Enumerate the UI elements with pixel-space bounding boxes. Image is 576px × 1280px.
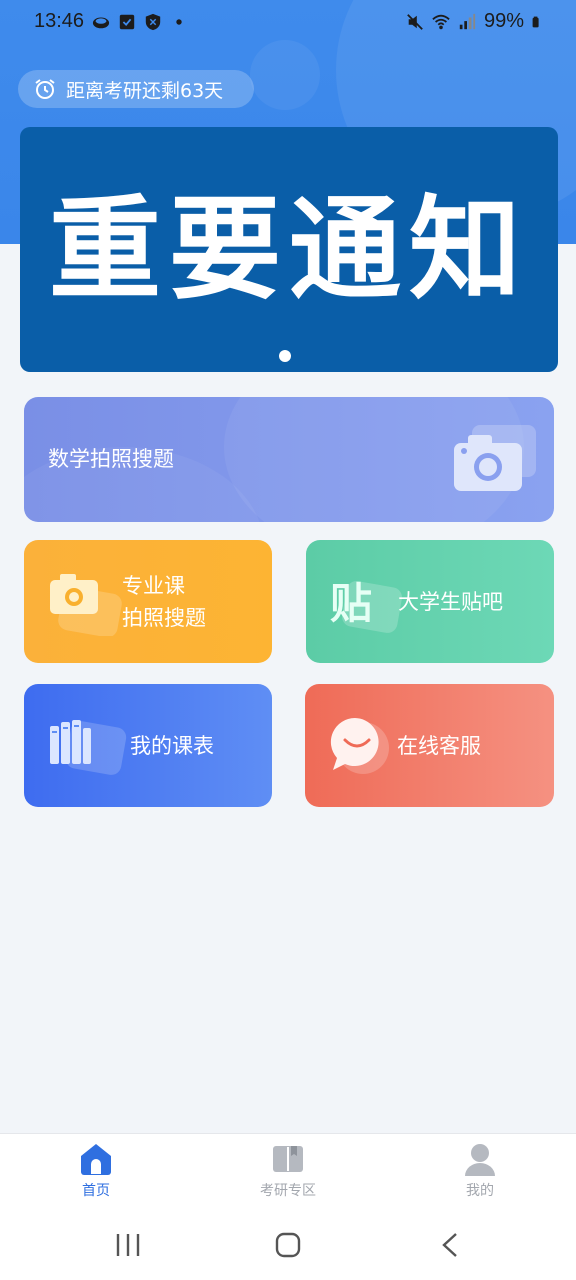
nav-tab-home[interactable]: 首页 — [36, 1142, 156, 1200]
back-icon[interactable] — [440, 1232, 460, 1258]
my-schedule-card[interactable]: 我的课表 — [24, 684, 272, 807]
post-icon: 贴 — [330, 579, 402, 633]
decor-orb — [250, 40, 320, 110]
online-service-label: 在线客服 — [397, 734, 481, 758]
books-icon — [50, 720, 127, 775]
banner-title: 重要通知 — [49, 185, 529, 315]
camera-icon — [454, 425, 536, 491]
alarm-clock-icon — [35, 79, 55, 99]
exam-countdown[interactable]: 距离考研还剩63天 — [18, 70, 254, 108]
dot-icon — [176, 19, 182, 25]
status-bar: 13:46 99% — [0, 0, 576, 46]
home-icon — [81, 1144, 111, 1175]
wifi-icon — [432, 14, 450, 29]
math-photo-search-label: 数学拍照搜题 — [48, 447, 174, 471]
cloud-icon — [92, 17, 110, 29]
status-right: 99% — [406, 10, 544, 33]
banner-indicator-dot — [279, 350, 291, 362]
major-course-label-line2: 拍照搜题 — [122, 606, 206, 630]
book-icon — [273, 1146, 303, 1172]
countdown-text: 距离考研还剩63天 — [66, 79, 224, 102]
status-time: 13:46 — [34, 10, 85, 32]
math-photo-search-card[interactable]: 数学拍照搜题 — [24, 397, 554, 522]
battery-icon — [532, 16, 539, 27]
recent-apps-icon[interactable] — [114, 1232, 142, 1258]
nav-me-label: 我的 — [466, 1183, 494, 1199]
student-forum-card[interactable]: 贴 大学生贴吧 — [306, 540, 554, 663]
nav-tab-me[interactable]: 我的 — [420, 1142, 540, 1200]
nav-exam-zone-label: 考研专区 — [260, 1183, 316, 1199]
check-icon — [119, 14, 135, 30]
nav-home-label: 首页 — [82, 1183, 110, 1199]
major-course-photo-search-card[interactable]: 专业课 拍照搜题 — [24, 540, 272, 663]
shield-icon — [145, 13, 161, 31]
mute-icon — [407, 13, 423, 30]
bottom-navigation: 首页 考研专区 我的 — [0, 1133, 576, 1210]
battery-percent: 99% — [483, 10, 524, 32]
post-icon-glyph: 贴 — [330, 579, 372, 628]
online-service-card[interactable]: 在线客服 — [305, 684, 554, 807]
student-forum-label: 大学生贴吧 — [398, 590, 503, 614]
my-schedule-label: 我的课表 — [130, 734, 214, 758]
notice-banner[interactable]: 重要通知 — [20, 127, 558, 372]
major-course-label: 专业课 拍照搜题 — [122, 570, 206, 634]
chat-bubble-icon — [330, 717, 389, 774]
nav-tab-exam-zone[interactable]: 考研专区 — [228, 1142, 348, 1200]
system-navigation-bar — [0, 1210, 576, 1280]
user-icon — [465, 1144, 495, 1176]
major-course-label-line1: 专业课 — [122, 574, 185, 598]
signal-icon — [459, 13, 476, 29]
status-left-icons — [92, 13, 188, 31]
home-button-icon[interactable] — [275, 1232, 301, 1258]
camera-icon — [50, 574, 122, 636]
